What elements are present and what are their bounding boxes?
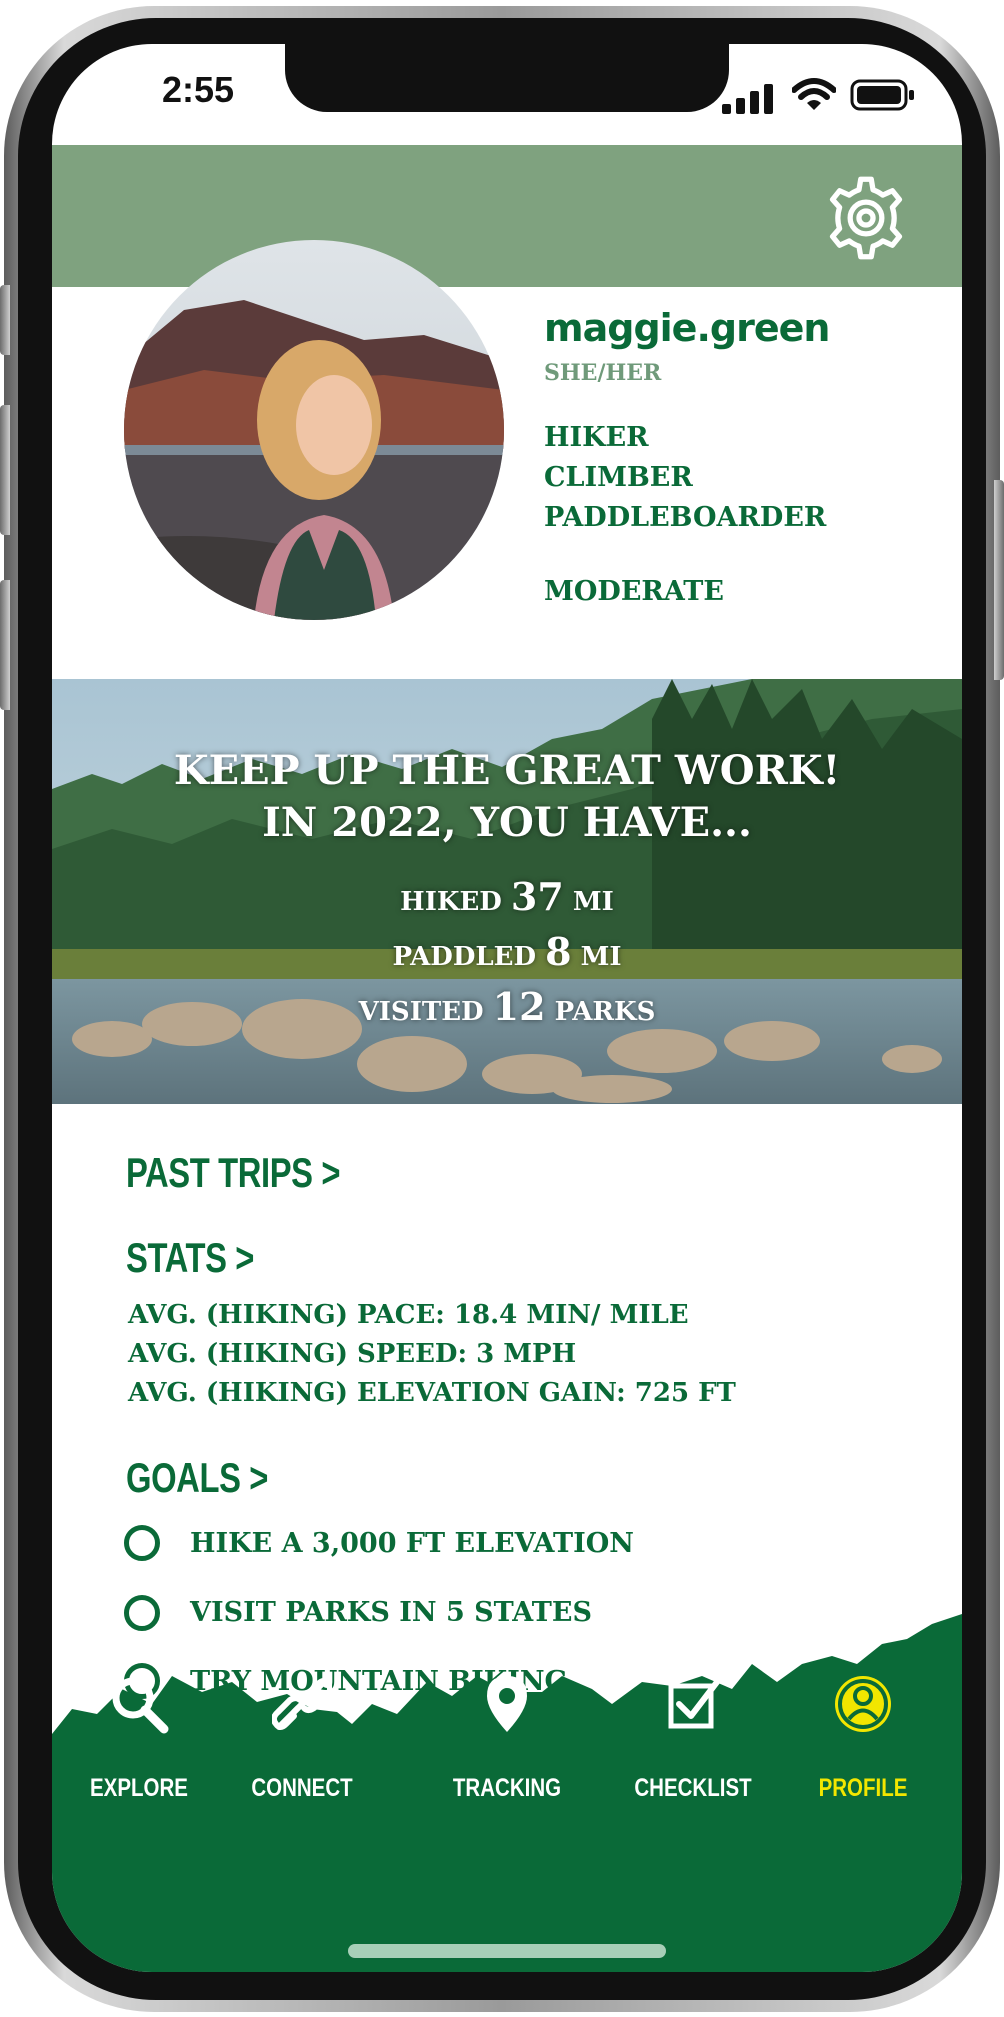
user-circle-icon xyxy=(835,1676,891,1732)
stat-visited: VISITED 12 PARKS xyxy=(52,984,962,1029)
goal-checkbox[interactable] xyxy=(124,1525,160,1561)
role-climber: CLIMBER xyxy=(544,462,693,493)
stat-hiked-label: HIKED xyxy=(400,887,502,917)
stat-visited-label: VISITED xyxy=(358,997,484,1027)
checkbox-icon xyxy=(668,1679,720,1729)
nav-tracking-label: TRACKING xyxy=(452,1774,562,1802)
volume-up-button xyxy=(0,405,10,535)
wifi-icon xyxy=(792,78,836,110)
status-time: 2:55 xyxy=(162,69,235,110)
notch xyxy=(285,44,729,112)
goal-item: HIKE A 3,000 FT ELEVATION xyxy=(190,1528,634,1559)
pronouns: SHE/HER xyxy=(544,360,662,386)
power-button xyxy=(994,480,1004,680)
past-trips-link[interactable]: PAST TRIPS > xyxy=(126,1149,340,1197)
search-icon xyxy=(112,1677,169,1734)
nav-checklist-label: CHECKLIST xyxy=(634,1774,752,1802)
goals-link[interactable]: GOALS > xyxy=(126,1454,268,1502)
nav-profile-label: PROFILE xyxy=(818,1774,908,1802)
stat-hiked-unit: MI xyxy=(572,887,614,917)
settings-gear-icon[interactable] xyxy=(822,174,910,262)
stat-paddled: PADDLED 8 MI xyxy=(52,929,962,974)
bottom-nav-background xyxy=(52,1614,962,1972)
role-paddleboarder: PADDLEBOARDER xyxy=(544,502,827,533)
stat-row-speed: AVG. (HIKING) SPEED: 3 MPH xyxy=(128,1339,577,1369)
nav-connect-label: CONNECT xyxy=(251,1774,353,1802)
skill-level: MODERATE xyxy=(544,576,724,607)
nav-explore-label: EXPLORE xyxy=(90,1774,188,1802)
stat-row-pace: AVG. (HIKING) PACE: 18.4 MIN/ MILE xyxy=(128,1300,689,1330)
link-icon xyxy=(272,1678,332,1730)
stat-row-elevation: AVG. (HIKING) ELEVATION GAIN: 725 FT xyxy=(128,1378,736,1408)
map-pin-icon xyxy=(487,1676,527,1732)
stat-visited-value: 12 xyxy=(492,984,546,1029)
app-screen: 2:55 maggie.green SHE/HER HIKER CLIMBER … xyxy=(52,44,962,1972)
avatar[interactable] xyxy=(124,240,504,620)
stat-visited-unit: PARKS xyxy=(554,997,656,1027)
role-hiker: HIKER xyxy=(544,422,649,453)
stat-paddled-value: 8 xyxy=(545,929,572,974)
battery-icon xyxy=(850,79,914,111)
mute-switch xyxy=(0,285,10,355)
banner-title-line-1: KEEP UP THE GREAT WORK! xyxy=(173,747,841,794)
volume-down-button xyxy=(0,580,10,710)
home-indicator[interactable] xyxy=(348,1944,666,1958)
stats-link[interactable]: STATS > xyxy=(126,1234,254,1282)
stat-paddled-label: PADDLED xyxy=(392,942,537,972)
stat-paddled-unit: MI xyxy=(580,942,622,972)
stat-hiked-value: 37 xyxy=(510,874,564,919)
banner-title-line-2: IN 2022, YOU HAVE... xyxy=(262,799,752,846)
username: maggie.green xyxy=(544,306,830,350)
stat-hiked: HIKED 37 MI xyxy=(52,874,962,919)
yearly-summary-banner: KEEP UP THE GREAT WORK! IN 2022, YOU HAV… xyxy=(52,679,962,1104)
signal-icon xyxy=(722,84,773,114)
